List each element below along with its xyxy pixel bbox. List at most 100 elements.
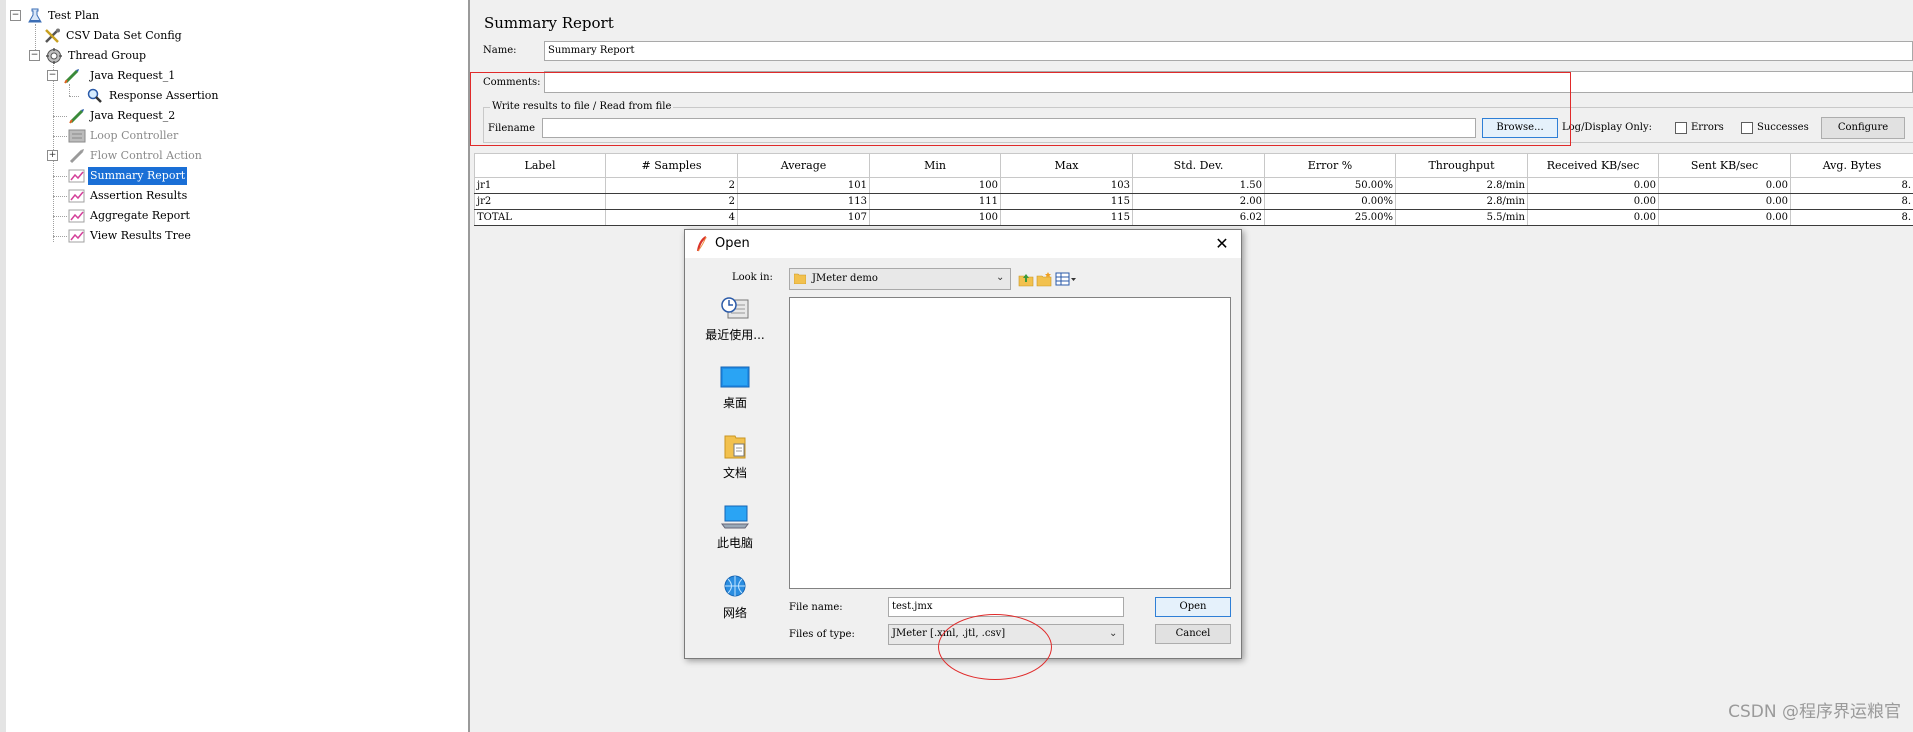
- dialog-title: Open: [715, 236, 750, 251]
- up-folder-icon[interactable]: [1018, 271, 1034, 287]
- tree-item-csv-data-set-config[interactable]: CSV Data Set Config: [6, 27, 226, 45]
- table-cell: 113: [737, 193, 870, 210]
- collapse-toggle-icon[interactable]: −: [47, 70, 58, 81]
- column-header[interactable]: Throughput: [1395, 153, 1528, 178]
- places-label: 此电脑: [716, 536, 753, 550]
- places-desktop[interactable]: 桌面: [695, 364, 775, 411]
- report-icon: [68, 229, 85, 243]
- table-cell: 2: [605, 177, 738, 194]
- tree-item-view-results-tree[interactable]: View Results Tree: [6, 227, 206, 245]
- name-field[interactable]: Summary Report: [544, 41, 1913, 61]
- look-in-label: Look in:: [732, 272, 773, 283]
- column-header[interactable]: Std. Dev.: [1132, 153, 1265, 178]
- tree-item-label: Response Assertion: [109, 89, 219, 102]
- watermark: CSDN @程序界运粮官: [1728, 702, 1901, 722]
- table-cell: 101: [737, 177, 870, 194]
- places-label: 文档: [722, 466, 747, 480]
- column-header[interactable]: Error %: [1264, 153, 1396, 178]
- tree-item-label: Aggregate Report: [90, 209, 190, 222]
- successes-label: Successes: [1757, 122, 1809, 133]
- table-cell: 1.50: [1132, 177, 1265, 194]
- table-cell: 5.5/min: [1395, 209, 1528, 226]
- places-documents[interactable]: 文档: [695, 434, 775, 481]
- table-cell: 0.00: [1658, 193, 1791, 210]
- table-cell: 2.8/min: [1395, 177, 1528, 194]
- expand-toggle-icon[interactable]: +: [47, 150, 58, 161]
- column-header[interactable]: Avg. Bytes: [1790, 153, 1913, 178]
- successes-checkbox[interactable]: [1741, 122, 1753, 134]
- collapse-toggle-icon[interactable]: −: [29, 50, 40, 61]
- log-display-only-label: Log/Display Only:: [1562, 122, 1653, 133]
- tree-item-label: Test Plan: [48, 9, 100, 22]
- tree-item-assertion-results[interactable]: Assertion Results: [6, 187, 206, 205]
- tree-item-loop-controller[interactable]: Loop Controller: [6, 127, 206, 145]
- network-icon: [724, 575, 746, 597]
- tree-item-thread-group[interactable]: − Thread Group: [6, 47, 206, 65]
- cancel-button[interactable]: Cancel: [1155, 624, 1231, 644]
- places-label: 网络: [722, 606, 747, 620]
- table-cell: 115: [1000, 193, 1133, 210]
- tree-item-test-plan[interactable]: − Test Plan: [6, 7, 206, 25]
- table-row[interactable]: jr2 2 113 111 115 2.00 0.00% 2.8/min 0.0…: [474, 193, 1913, 210]
- column-header[interactable]: Average: [737, 153, 870, 178]
- column-header[interactable]: Min: [869, 153, 1001, 178]
- table-cell: 6.02: [1132, 209, 1265, 226]
- report-icon: [68, 209, 85, 223]
- csv-config-icon: [45, 28, 60, 43]
- table-cell: 4: [605, 209, 738, 226]
- test-plan-tree[interactable]: − Test Plan CSV Data Set Config − Thread…: [0, 0, 470, 732]
- new-folder-icon[interactable]: [1036, 271, 1052, 287]
- table-cell: 8.: [1790, 193, 1913, 210]
- table-cell: 2: [605, 193, 738, 210]
- table-cell: 100: [869, 177, 1001, 194]
- column-header[interactable]: Max: [1000, 153, 1133, 178]
- column-header[interactable]: Received KB/sec: [1527, 153, 1659, 178]
- tree-item-java-request-2[interactable]: Java Request_2: [6, 107, 206, 125]
- table-row-total[interactable]: TOTAL 4 107 100 115 6.02 25.00% 5.5/min …: [474, 209, 1913, 226]
- tree-item-flow-control-action[interactable]: + Flow Control Action: [6, 147, 226, 165]
- table-cell: 115: [1000, 209, 1133, 226]
- table-header-row: Label # Samples Average Min Max Std. Dev…: [474, 153, 1913, 178]
- table-cell: 25.00%: [1264, 209, 1396, 226]
- open-button[interactable]: Open: [1155, 597, 1231, 617]
- annotation-rectangle: [470, 72, 1571, 146]
- dialog-titlebar[interactable]: Open ✕: [685, 230, 1241, 258]
- places-recent[interactable]: 最近使用...: [695, 296, 775, 343]
- table-cell: 0.00%: [1264, 193, 1396, 210]
- table-row[interactable]: jr1 2 101 100 103 1.50 50.00% 2.8/min 0.…: [474, 177, 1913, 194]
- places-this-pc[interactable]: 此电脑: [695, 504, 775, 551]
- collapse-toggle-icon[interactable]: −: [10, 10, 21, 21]
- computer-icon: [721, 505, 749, 529]
- thread-group-icon: [46, 48, 62, 64]
- places-label: 桌面: [722, 396, 747, 410]
- files-of-type-label: Files of type:: [789, 629, 855, 640]
- tree-item-aggregate-report[interactable]: Aggregate Report: [6, 207, 206, 225]
- close-icon[interactable]: ✕: [1211, 233, 1233, 255]
- errors-checkbox[interactable]: [1675, 122, 1687, 134]
- results-table[interactable]: Label # Samples Average Min Max Std. Dev…: [474, 153, 1913, 226]
- table-cell: 0.00: [1658, 177, 1791, 194]
- view-menu-icon[interactable]: [1055, 271, 1077, 287]
- configure-button[interactable]: Configure: [1821, 117, 1905, 139]
- tree-item-java-request-1[interactable]: − Java Request_1: [6, 67, 206, 85]
- tree-item-response-assertion[interactable]: Response Assertion: [6, 87, 226, 105]
- look-in-combo[interactable]: JMeter demo ⌄: [789, 268, 1011, 290]
- annotation-ellipse: [938, 614, 1052, 680]
- column-header[interactable]: Label: [474, 153, 606, 178]
- test-plan-icon: [28, 8, 42, 23]
- table-cell: 111: [869, 193, 1001, 210]
- places-network[interactable]: 网络: [695, 574, 775, 621]
- loop-controller-icon: [68, 129, 86, 143]
- tree-item-summary-report[interactable]: Summary Report: [6, 167, 206, 185]
- table-cell: 2.00: [1132, 193, 1265, 210]
- jmeter-feather-icon: [696, 236, 707, 252]
- table-cell: 0.00: [1527, 177, 1659, 194]
- file-name-label: File name:: [789, 602, 843, 613]
- column-header[interactable]: Sent KB/sec: [1658, 153, 1791, 178]
- column-header[interactable]: # Samples: [605, 153, 738, 178]
- table-cell: 2.8/min: [1395, 193, 1528, 210]
- table-cell: 50.00%: [1264, 177, 1396, 194]
- tree-item-label: Summary Report: [88, 167, 188, 185]
- file-list[interactable]: [789, 297, 1231, 589]
- chevron-down-icon: ⌄: [1109, 628, 1118, 639]
